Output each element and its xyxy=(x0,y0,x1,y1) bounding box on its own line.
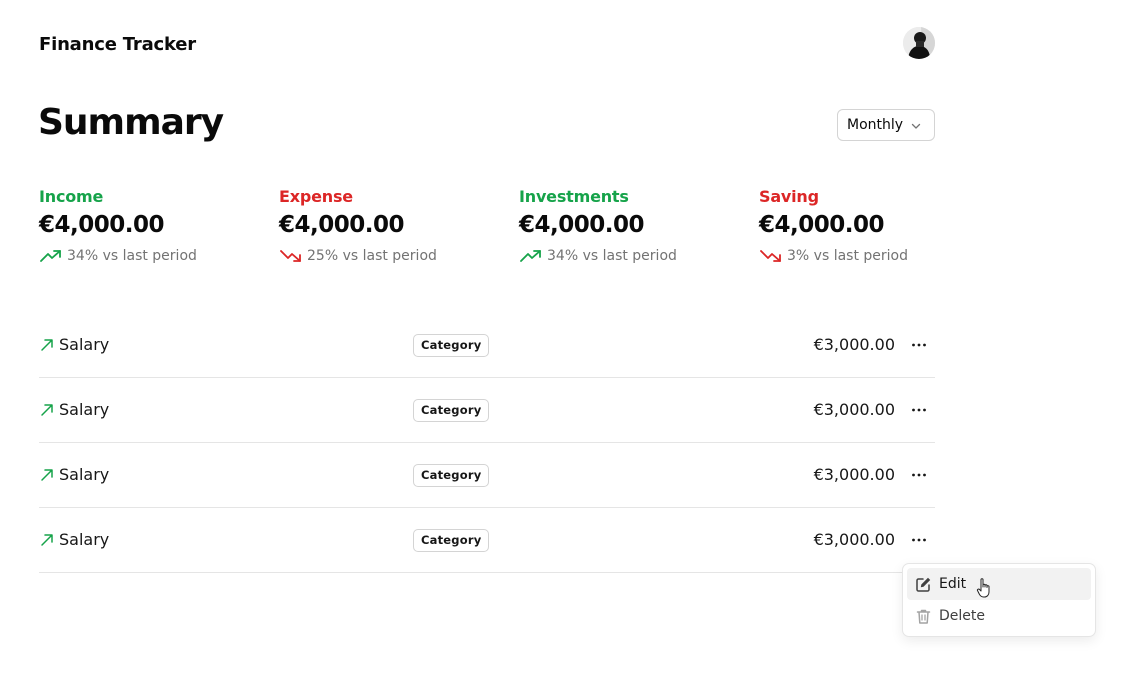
stat-change: 25% vs last period xyxy=(279,248,509,264)
transaction-name: Salary xyxy=(59,400,110,419)
menu-item-delete[interactable]: Delete xyxy=(907,600,1091,632)
stat-label: Saving xyxy=(759,187,819,206)
avatar[interactable] xyxy=(903,27,935,59)
stat-change-text: 3% vs last period xyxy=(787,248,908,264)
more-horizontal-icon xyxy=(912,408,926,412)
table-row[interactable]: Salary Category €3,000.00 xyxy=(39,443,935,508)
trash-icon xyxy=(916,609,931,624)
hand-pointer-cursor-icon xyxy=(976,578,990,598)
transaction-amount: €3,000.00 xyxy=(813,400,895,419)
more-horizontal-icon xyxy=(912,343,926,347)
stat-change-text: 34% vs last period xyxy=(67,248,197,264)
trending-up-icon xyxy=(40,250,61,262)
stat-value: €4,000.00 xyxy=(279,212,405,238)
trending-up-icon xyxy=(520,250,541,262)
stat-change: 3% vs last period xyxy=(759,248,989,264)
stat-value: €4,000.00 xyxy=(519,212,645,238)
table-row[interactable]: Salary Category €3,000.00 xyxy=(39,508,935,573)
row-actions-menu: Edit Delete xyxy=(902,563,1096,637)
menu-item-edit[interactable]: Edit xyxy=(907,568,1091,600)
menu-item-label: Edit xyxy=(939,576,967,592)
stat-change-text: 34% vs last period xyxy=(547,248,677,264)
more-horizontal-icon xyxy=(912,473,926,477)
stat-income: Income €4,000.00 34% vs last period xyxy=(39,187,269,264)
arrow-up-right-icon xyxy=(41,534,53,546)
more-options-button[interactable] xyxy=(909,466,929,484)
chevron-down-icon xyxy=(911,123,921,129)
table-row[interactable]: Salary Category €3,000.00 xyxy=(39,313,935,378)
stat-investments: Investments €4,000.00 34% vs last period xyxy=(519,187,749,264)
edit-icon xyxy=(916,577,931,592)
stat-label: Income xyxy=(39,187,104,206)
transaction-amount: €3,000.00 xyxy=(813,530,895,549)
transactions-table: Salary Category €3,000.00 Salary Categor… xyxy=(39,313,935,573)
stat-label: Investments xyxy=(519,187,629,206)
stat-expense: Expense €4,000.00 25% vs last period xyxy=(279,187,509,264)
category-badge: Category xyxy=(413,334,490,357)
app-title: Finance Tracker xyxy=(39,34,196,55)
transaction-amount: €3,000.00 xyxy=(813,335,895,354)
arrow-up-right-icon xyxy=(41,469,53,481)
arrow-up-right-icon xyxy=(41,339,53,351)
stat-change: 34% vs last period xyxy=(519,248,749,264)
period-select[interactable]: Monthly xyxy=(837,109,935,141)
table-row[interactable]: Salary Category €3,000.00 xyxy=(39,378,935,443)
trending-down-icon xyxy=(760,250,781,262)
transaction-name: Salary xyxy=(59,530,110,549)
more-horizontal-icon xyxy=(912,538,926,542)
stat-value: €4,000.00 xyxy=(759,212,885,238)
transaction-name: Salary xyxy=(59,335,110,354)
trending-down-icon xyxy=(280,250,301,262)
stat-label: Expense xyxy=(279,187,353,206)
page-title: Summary xyxy=(38,102,224,143)
stat-change-text: 25% vs last period xyxy=(307,248,437,264)
stat-change: 34% vs last period xyxy=(39,248,269,264)
stat-saving: Saving €4,000.00 3% vs last period xyxy=(759,187,989,264)
arrow-up-right-icon xyxy=(41,404,53,416)
transaction-amount: €3,000.00 xyxy=(813,465,895,484)
period-select-value: Monthly xyxy=(847,117,904,133)
category-badge: Category xyxy=(413,464,490,487)
stat-value: €4,000.00 xyxy=(39,212,165,238)
more-options-button[interactable] xyxy=(909,401,929,419)
menu-item-label: Delete xyxy=(939,608,985,624)
more-options-button[interactable] xyxy=(909,336,929,354)
more-options-button[interactable] xyxy=(909,531,929,549)
category-badge: Category xyxy=(413,529,490,552)
transaction-name: Salary xyxy=(59,465,110,484)
category-badge: Category xyxy=(413,399,490,422)
